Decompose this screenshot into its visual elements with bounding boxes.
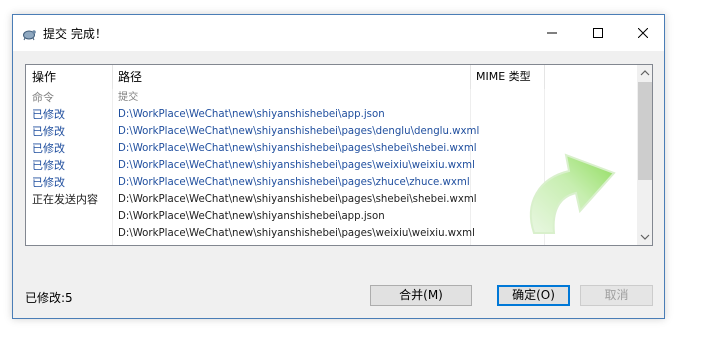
row-path: D:\WorkPlace\WeChat\new\shiyanshishebei\…: [118, 143, 477, 154]
scroll-up-button[interactable]: [637, 65, 652, 82]
list-header: 操作 路径 MIME 类型: [26, 65, 636, 89]
scroll-down-button[interactable]: [637, 228, 652, 245]
minimize-icon: [547, 32, 557, 34]
list-item[interactable]: 已修改 D:\WorkPlace\WeChat\new\shiyanshisheb…: [26, 157, 475, 174]
close-icon: [638, 28, 648, 38]
row-action: 已修改: [32, 125, 65, 138]
row-action: 已修改: [32, 176, 65, 189]
close-button[interactable]: [620, 15, 666, 51]
row-action: 命令: [32, 91, 54, 104]
list-item[interactable]: 已修改 D:\WorkPlace\WeChat\new\shiyanshisheb…: [26, 140, 477, 157]
scroll-thumb[interactable]: [638, 82, 652, 180]
list-item[interactable]: 已修改 D:\WorkPlace\WeChat\new\shiyanshisheb…: [26, 174, 470, 191]
column-header-mime[interactable]: MIME 类型: [470, 65, 544, 89]
row-path: D:\WorkPlace\WeChat\new\shiyanshishebei\…: [118, 126, 480, 137]
window-title: 提交 完成！: [43, 27, 107, 41]
row-path: D:\WorkPlace\WeChat\new\shiyanshishebei\…: [118, 177, 470, 188]
row-path: D:\WorkPlace\WeChat\new\shiyanshishebei\…: [118, 211, 385, 222]
chevron-down-icon: [640, 234, 650, 240]
row-path: 提交: [118, 92, 139, 103]
maximize-icon: [593, 28, 603, 38]
list-item[interactable]: D:\WorkPlace\WeChat\new\shiyanshishebei\…: [26, 225, 475, 242]
commit-dialog: 提交 完成！ 操作 路径 MIME 类型 命令 提交已修改 D:\WorkPlace…: [12, 14, 665, 319]
maximize-button[interactable]: [575, 15, 621, 51]
header-divider: [544, 65, 545, 89]
row-action: 已修改: [32, 108, 65, 121]
list-item[interactable]: 命令 提交: [26, 89, 466, 106]
status-text: 已修改:5: [25, 291, 73, 305]
list-item[interactable]: D:\WorkPlace\WeChat\new\shiyanshishebei\…: [26, 208, 466, 225]
row-action: 已修改: [32, 159, 65, 172]
title-bar[interactable]: 提交 完成！: [13, 15, 664, 51]
ok-button[interactable]: 确定(O): [497, 285, 570, 306]
row-path: D:\WorkPlace\WeChat\new\shiyanshishebei\…: [118, 160, 475, 171]
row-action: 已修改: [32, 142, 65, 155]
success-arrow-icon: [529, 153, 616, 234]
row-path: D:\WorkPlace\WeChat\new\shiyanshishebei\…: [118, 109, 385, 120]
result-list[interactable]: 操作 路径 MIME 类型 命令 提交已修改 D:\WorkPlace\WeChat…: [25, 64, 653, 246]
cancel-button[interactable]: 取消: [580, 285, 653, 306]
list-item[interactable]: 已修改 D:\WorkPlace\WeChat\new\shiyanshisheb…: [26, 106, 466, 123]
list-item[interactable]: 已修改 D:\WorkPlace\WeChat\new\shiyanshisheb…: [26, 123, 480, 140]
column-header-action[interactable]: 操作: [26, 65, 112, 89]
row-path: D:\WorkPlace\WeChat\new\shiyanshishebei\…: [118, 194, 477, 205]
chevron-up-icon: [640, 70, 650, 76]
vertical-scrollbar[interactable]: [637, 65, 652, 245]
row-action: 正在发送内容: [32, 193, 98, 206]
row-path: D:\WorkPlace\WeChat\new\shiyanshishebei\…: [118, 228, 475, 239]
minimize-button[interactable]: [529, 15, 575, 51]
tortoise-icon: [23, 30, 36, 41]
column-header-path[interactable]: 路径: [112, 65, 470, 89]
list-item[interactable]: 正在发送内容 D:\WorkPlace\WeChat\new\shiyanshis…: [26, 191, 477, 208]
merge-button[interactable]: 合并(M): [370, 285, 472, 306]
